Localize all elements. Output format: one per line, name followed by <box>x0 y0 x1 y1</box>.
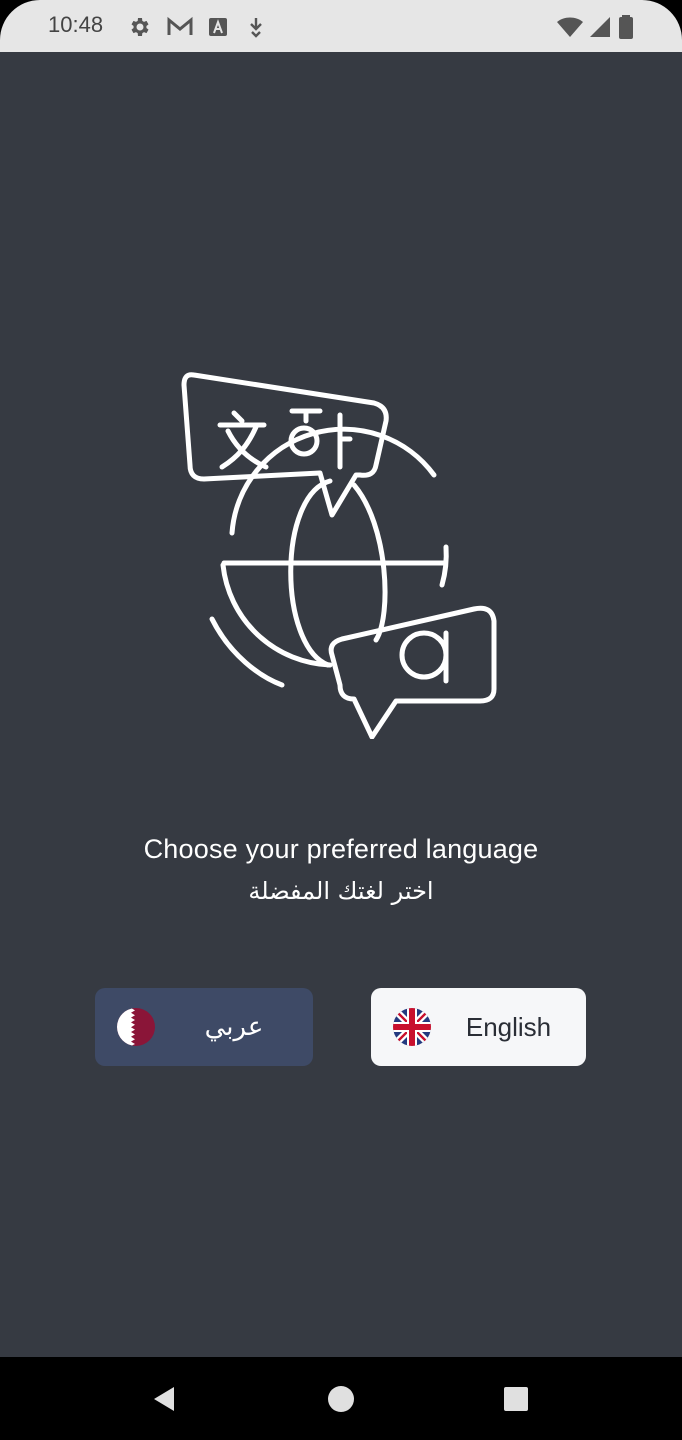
arabic-button-label: عربي <box>204 1012 264 1042</box>
status-time: 10:48 <box>48 12 104 37</box>
english-language-button[interactable]: English <box>371 988 586 1066</box>
recents-icon[interactable] <box>502 1385 530 1413</box>
device: 10:48 Choose your preferred language اخت… <box>0 0 682 1440</box>
status-bar: 10:48 <box>0 0 682 52</box>
gear-icon <box>131 18 149 36</box>
battery-icon <box>619 15 633 39</box>
prompt-arabic: اختر لغتك المفضلة <box>248 877 434 905</box>
navigation-bar <box>0 1357 682 1440</box>
gmail-icon <box>167 16 193 35</box>
qatar-flag-icon <box>117 1008 155 1046</box>
arabic-language-button[interactable]: عربي <box>95 988 313 1066</box>
download-arrow-icon <box>250 18 262 38</box>
back-icon[interactable] <box>150 1385 178 1413</box>
uk-flag-icon <box>393 1008 431 1046</box>
wifi-icon <box>557 17 583 37</box>
language-selection-screen: Choose your preferred language اختر لغتك… <box>0 52 682 1357</box>
home-icon[interactable] <box>327 1385 355 1413</box>
signal-icon <box>590 17 610 37</box>
translate-globe-icon <box>181 372 497 739</box>
a-box-icon <box>209 18 227 36</box>
english-button-label: English <box>465 1011 552 1042</box>
prompt-english: Choose your preferred language <box>143 834 539 864</box>
